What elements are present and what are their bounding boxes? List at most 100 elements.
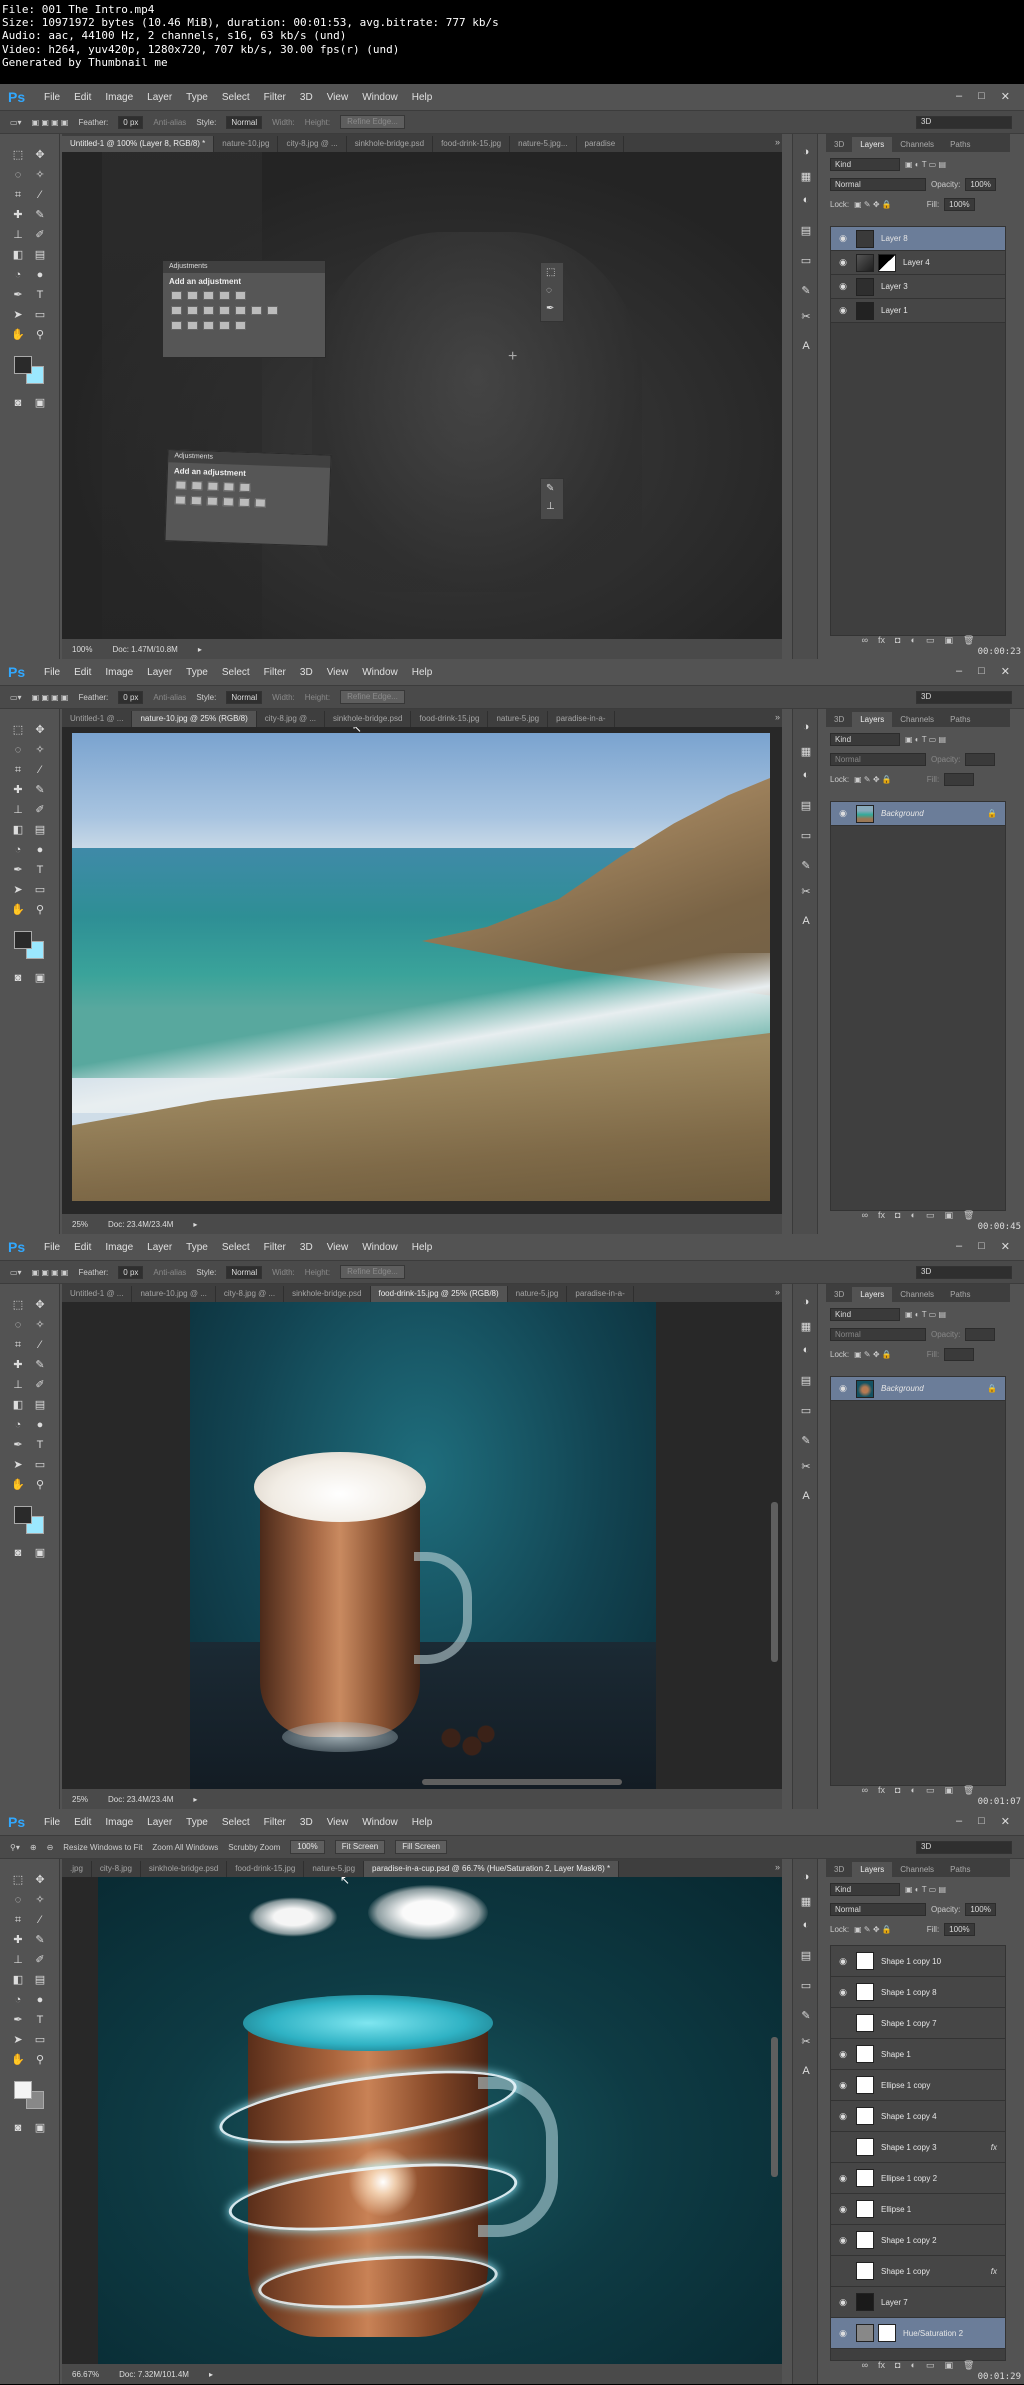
close-button[interactable]: ✕ — [1001, 90, 1010, 103]
trash-icon[interactable]: 🗑 — [963, 1785, 974, 1801]
swatches-icon[interactable]: ▦ — [798, 1320, 814, 1334]
color-wheel-icon[interactable]: ◑ — [798, 1871, 814, 1885]
doc-tab[interactable]: food-drink-15.jpg — [227, 1861, 305, 1877]
menu-file[interactable]: File — [44, 1817, 60, 1828]
fill-screen-button[interactable]: Fill Screen — [395, 1840, 447, 1854]
fx-icon[interactable]: fx — [878, 1785, 885, 1801]
swatches-icon[interactable]: ▦ — [798, 1895, 814, 1909]
curves-icon[interactable] — [207, 481, 219, 491]
menu-3d[interactable]: 3D — [300, 92, 313, 103]
menu-image[interactable]: Image — [105, 667, 133, 678]
marquee-tool-icon[interactable]: ▭▾ — [10, 118, 22, 127]
menu-edit[interactable]: Edit — [74, 667, 91, 678]
history-icon[interactable]: ▤ — [798, 1949, 814, 1963]
quick-mask-icon[interactable]: ◙ — [10, 1546, 26, 1560]
selection-mode-icons[interactable]: ▣ ▣ ▣ ▣ — [32, 693, 69, 702]
mask-icon[interactable]: ◘ — [895, 2360, 900, 2376]
link-icon[interactable]: ∞ — [862, 2360, 868, 2376]
eyedropper-icon[interactable]: ⁄ — [32, 1913, 48, 1927]
menu-select[interactable]: Select — [222, 92, 250, 103]
eyedropper-icon[interactable]: ⁄ — [32, 1338, 48, 1352]
anti-alias-checkbox[interactable]: Anti-alias — [153, 118, 186, 127]
type-icon[interactable]: T — [32, 863, 48, 877]
color-balance-icon[interactable] — [203, 306, 214, 315]
blend-mode-select[interactable]: Normal — [830, 177, 926, 191]
new-layer-icon[interactable]: ▣ — [944, 635, 953, 651]
brush-panel-icon[interactable]: ✎ — [798, 1434, 814, 1448]
lock-icons[interactable]: ▣ ✎ ✥ 🔒 — [854, 1350, 892, 1359]
lookup-icon[interactable] — [267, 306, 278, 315]
anti-alias-checkbox[interactable]: Anti-alias — [153, 1268, 186, 1277]
selection-mode-icons[interactable]: ▣ ▣ ▣ ▣ — [32, 1268, 69, 1277]
menu-filter[interactable]: Filter — [264, 92, 286, 103]
eye-icon[interactable]: ◉ — [836, 2235, 850, 2246]
dodge-icon[interactable]: ● — [32, 268, 48, 282]
canvas-area[interactable]: ↖ — [62, 1877, 782, 2364]
feather-input[interactable]: 0 px — [118, 115, 144, 129]
lock-icons[interactable]: ▣ ✎ ✥ 🔒 — [854, 200, 892, 209]
lasso-icon[interactable]: ◌ — [10, 1318, 26, 1332]
brush-icon[interactable]: ✎ — [32, 208, 48, 222]
color-wheel-icon[interactable]: ◑ — [798, 721, 814, 735]
menu-select[interactable]: Select — [222, 1242, 250, 1253]
menu-select[interactable]: Select — [222, 1817, 250, 1828]
adjustment-layer-icon[interactable]: ◐ — [910, 1785, 915, 1801]
doc-tab[interactable]: nature-10.jpg @ 25% (RGB/8) — [132, 711, 257, 727]
foreground-color-swatch[interactable] — [14, 1506, 32, 1524]
move-icon[interactable]: ✥ — [32, 1298, 48, 1312]
healing-icon[interactable]: ✚ — [10, 783, 26, 797]
mask-icon[interactable]: ◘ — [895, 1785, 900, 1801]
character-icon[interactable]: A — [798, 915, 814, 929]
doc-tab[interactable]: food-drink-15.jpg @ 25% (RGB/8) — [370, 1286, 508, 1302]
tab-3d[interactable]: 3D — [826, 137, 852, 152]
resize-windows-checkbox[interactable]: Resize Windows to Fit — [63, 1843, 142, 1852]
menu-type[interactable]: Type — [186, 1817, 208, 1828]
menu-view[interactable]: View — [327, 1242, 349, 1253]
doc-tab[interactable]: Untitled-1 @ 100% (Layer 8, RGB/8) * — [62, 136, 215, 152]
status-arrow-icon[interactable]: ▸ — [209, 2370, 213, 2379]
doc-tab[interactable]: city-8.jpg @ ... — [278, 136, 347, 152]
gradient-icon[interactable]: ▤ — [32, 1973, 48, 1987]
photo-filter-icon[interactable] — [235, 306, 246, 315]
properties-icon[interactable]: ▭ — [798, 829, 814, 843]
tab-paths[interactable]: Paths — [942, 1287, 978, 1302]
shape-icon[interactable]: ▭ — [32, 1458, 48, 1472]
pen-icon[interactable]: ✒ — [10, 1438, 26, 1452]
brush-icon[interactable]: ✎ — [32, 783, 48, 797]
type-icon[interactable]: T — [32, 288, 48, 302]
menu-window[interactable]: Window — [362, 1817, 398, 1828]
blend-mode-select[interactable]: Normal — [830, 752, 926, 766]
zoom-all-checkbox[interactable]: Zoom All Windows — [152, 1843, 218, 1852]
canvas-area[interactable] — [62, 1302, 782, 1789]
filter-icons[interactable]: ▣ ◐ T ▭ ▤ — [905, 735, 946, 744]
move-icon[interactable]: ✥ — [32, 723, 48, 737]
doc-tab[interactable]: nature-10.jpg — [214, 136, 279, 152]
eye-icon[interactable]: ◉ — [836, 2080, 850, 2091]
magic-wand-icon[interactable]: ✧ — [32, 1318, 48, 1332]
pen-icon[interactable]: ✒ — [10, 2013, 26, 2027]
menu-help[interactable]: Help — [412, 1817, 433, 1828]
eraser-icon[interactable]: ◧ — [10, 823, 26, 837]
doc-tab[interactable]: sinkhole-bridge.psd — [325, 711, 412, 727]
tab-paths[interactable]: Paths — [942, 137, 978, 152]
menu-image[interactable]: Image — [105, 92, 133, 103]
healing-icon[interactable]: ✚ — [10, 1933, 26, 1947]
tab-channels[interactable]: Channels — [892, 137, 942, 152]
hand-icon[interactable]: ✋ — [10, 328, 26, 342]
crop-icon[interactable]: ⌗ — [10, 763, 26, 777]
group-icon[interactable]: ▭ — [926, 635, 935, 651]
channel-mixer-icon[interactable] — [251, 306, 262, 315]
menu-filter[interactable]: Filter — [264, 1817, 286, 1828]
zoom-icon[interactable]: ⚲ — [32, 2053, 48, 2067]
tab-channels[interactable]: Channels — [892, 1862, 942, 1877]
tab-3d[interactable]: 3D — [826, 1862, 852, 1877]
menu-filter[interactable]: Filter — [264, 667, 286, 678]
photo-filter-icon[interactable] — [238, 497, 250, 508]
doc-tab[interactable]: paradise — [577, 136, 625, 152]
kind-filter-select[interactable]: Kind — [830, 1882, 900, 1896]
menu-layer[interactable]: Layer — [147, 92, 172, 103]
eye-icon[interactable]: ◉ — [836, 2266, 850, 2277]
eyedropper-icon[interactable]: ⁄ — [32, 763, 48, 777]
layer-row[interactable]: ◉ Shape 1 copy 7 — [831, 2008, 1005, 2039]
pen-icon[interactable]: ✒ — [546, 303, 554, 314]
